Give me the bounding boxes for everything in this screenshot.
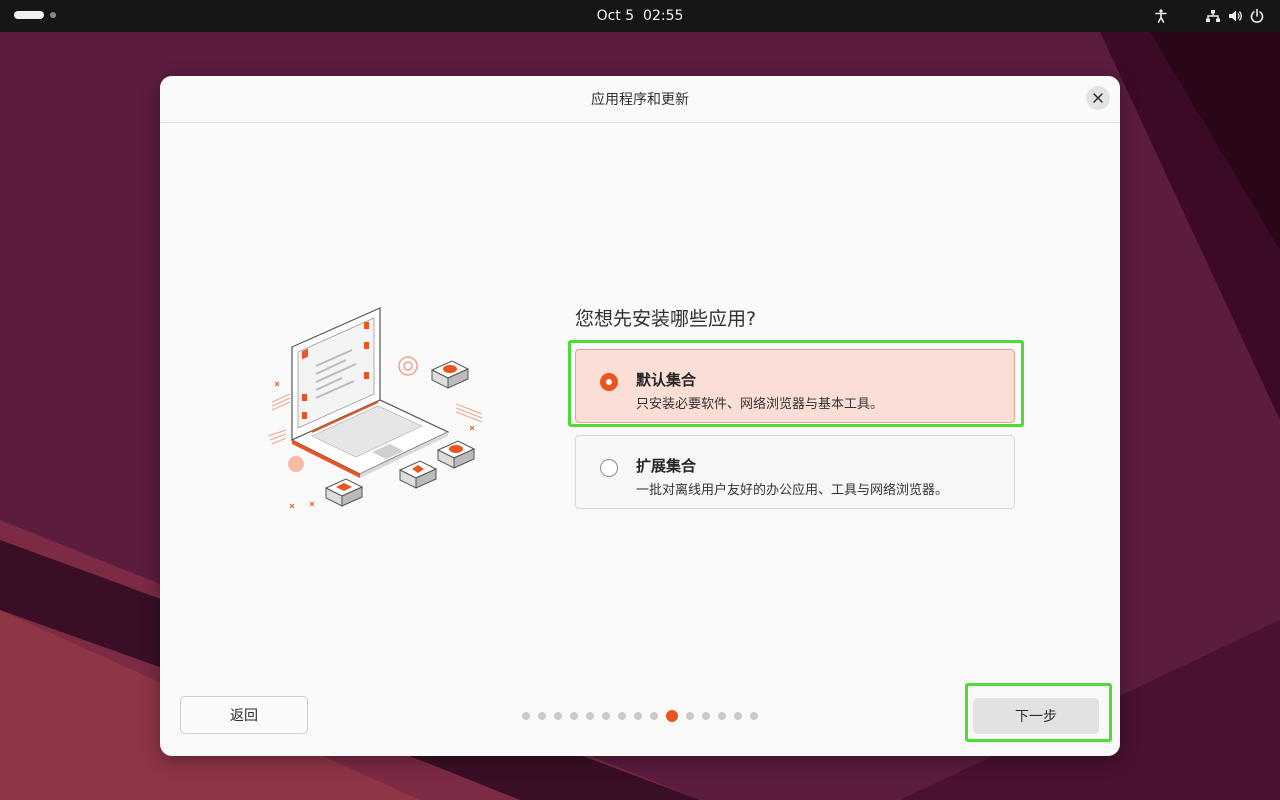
dialog-header: 应用程序和更新 bbox=[160, 76, 1120, 123]
dialog-title: 应用程序和更新 bbox=[591, 92, 689, 108]
clock[interactable]: Oct 5 02:55 bbox=[0, 0, 1280, 32]
option-title: 扩展集合 bbox=[636, 457, 697, 475]
radio-default-collection[interactable] bbox=[600, 373, 618, 391]
page-dot bbox=[538, 712, 546, 720]
page-dot-current bbox=[666, 710, 678, 722]
option-extended-collection[interactable]: 扩展集合 一批对离线用户友好的办公应用、工具与网络浏览器。 bbox=[575, 435, 1015, 509]
accessibility-icon[interactable] bbox=[1150, 5, 1172, 27]
page-dot bbox=[686, 712, 694, 720]
close-icon bbox=[1093, 93, 1103, 103]
page-dot bbox=[618, 712, 626, 720]
option-default-collection[interactable]: 默认集合 只安装必要软件、网络浏览器与基本工具。 bbox=[575, 349, 1015, 423]
top-bar: Oct 5 02:55 bbox=[0, 0, 1280, 32]
page-indicator bbox=[522, 710, 766, 722]
volume-icon[interactable] bbox=[1224, 5, 1246, 27]
page-dot bbox=[734, 712, 742, 720]
page-dot bbox=[650, 712, 658, 720]
page-dot bbox=[602, 712, 610, 720]
option-title: 默认集合 bbox=[636, 371, 697, 389]
next-button[interactable]: 下一步 bbox=[973, 698, 1099, 734]
option-description: 一批对离线用户友好的办公应用、工具与网络浏览器。 bbox=[636, 483, 949, 498]
network-icon[interactable] bbox=[1202, 5, 1224, 27]
page-dot bbox=[522, 712, 530, 720]
page-dot bbox=[634, 712, 642, 720]
power-icon[interactable] bbox=[1246, 5, 1268, 27]
page-dot bbox=[570, 712, 578, 720]
laptop-apps-illustration bbox=[267, 307, 483, 509]
radio-extended-collection[interactable] bbox=[600, 459, 618, 477]
close-button[interactable] bbox=[1086, 86, 1110, 110]
page-dot bbox=[750, 712, 758, 720]
question-heading: 您想先安装哪些应用? bbox=[575, 308, 757, 330]
page-dot bbox=[554, 712, 562, 720]
page-dot bbox=[702, 712, 710, 720]
page-dot bbox=[586, 712, 594, 720]
option-description: 只安装必要软件、网络浏览器与基本工具。 bbox=[636, 397, 884, 412]
page-dot bbox=[718, 712, 726, 720]
installer-dialog: 应用程序和更新 您想先安装哪些应用? 默认集合 只安装必要软件、网络浏览器与基本… bbox=[160, 76, 1120, 756]
back-button[interactable]: 返回 bbox=[180, 696, 308, 734]
system-tray[interactable] bbox=[1150, 0, 1268, 32]
